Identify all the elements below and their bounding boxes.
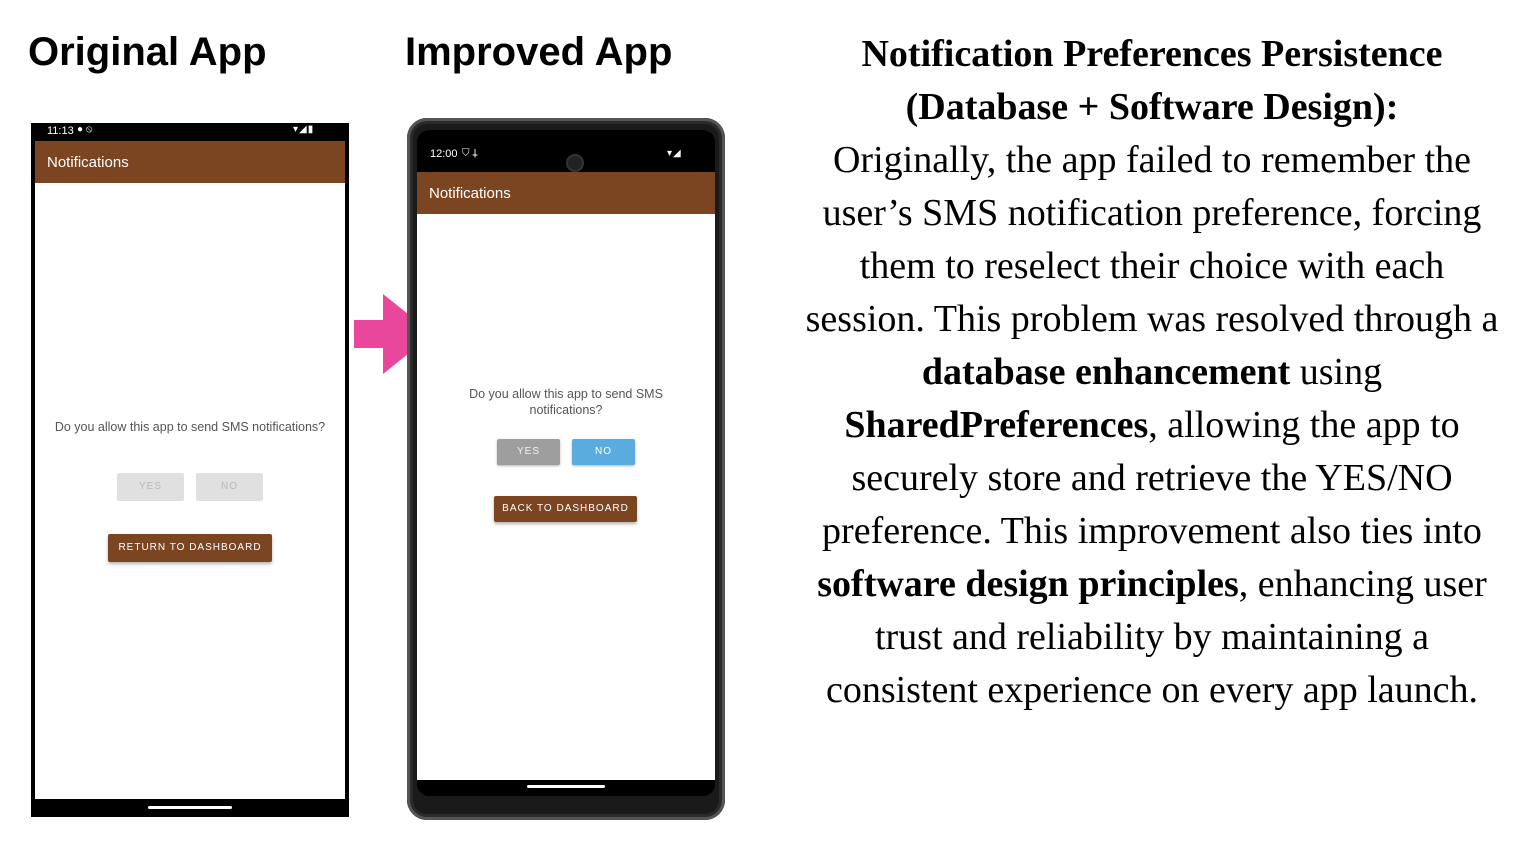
home-handle-icon[interactable] xyxy=(148,806,232,809)
home-handle-icon[interactable] xyxy=(527,785,605,788)
status-time: 11:13 xyxy=(47,125,74,137)
return-to-dashboard-button[interactable]: RETURN TO DASHBOARD xyxy=(108,534,272,562)
description-bold-database: database enhancement xyxy=(921,351,1291,393)
description-bold-sharedprefs: SharedPreferences xyxy=(844,404,1149,446)
description-text-2: using xyxy=(1290,351,1383,393)
sms-permission-question: Do you allow this app to send SMS notifi… xyxy=(54,420,326,434)
navigation-bar xyxy=(417,780,715,796)
back-to-dashboard-button[interactable]: BACK TO DASHBOARD xyxy=(494,496,637,522)
front-camera-icon xyxy=(568,156,582,170)
description-title-line1: Notification Preferences Persistence xyxy=(861,33,1443,75)
improved-app-screenshot: 12:00 ⛉ ⸸ ▾◢ Notifications Do you allow … xyxy=(407,118,725,820)
improved-app-heading: Improved App xyxy=(405,30,673,74)
yes-button[interactable]: YES xyxy=(497,439,560,465)
notification-icons: ● ⦸ xyxy=(77,124,93,135)
yes-button[interactable]: YES xyxy=(117,473,184,501)
status-bar: 12:00 ⛉ ⸸ ▾◢ xyxy=(417,148,715,164)
sms-permission-question: Do you allow this app to send SMS notifi… xyxy=(469,387,663,417)
app-bar: Notifications xyxy=(417,172,715,214)
status-time: 12:00 xyxy=(430,148,458,160)
app-bar: Notifications xyxy=(35,141,345,183)
notification-icons: ⛉ ⸸ xyxy=(462,148,478,159)
description-bold-design: software design principles xyxy=(817,563,1239,605)
navigation-bar xyxy=(31,799,349,817)
app-title: Notifications xyxy=(47,154,129,171)
description-panel: Notification Preferences Persistence (Da… xyxy=(800,28,1504,717)
app-title: Notifications xyxy=(429,185,511,202)
description-title-line2: (Database + Software Design): xyxy=(905,86,1399,128)
original-app-heading: Original App xyxy=(28,30,267,74)
original-app-screenshot: 11:13 ● ⦸ ▾◢▮ Notifications Do you allow… xyxy=(31,123,349,817)
no-button[interactable]: NO xyxy=(196,473,263,501)
wifi-signal-battery-icon: ▾◢▮ xyxy=(293,124,315,135)
description-text-1: Originally, the app failed to remember t… xyxy=(805,139,1499,340)
wifi-signal-icon: ▾◢ xyxy=(667,148,682,159)
app-screen: Notifications Do you allow this app to s… xyxy=(417,172,715,780)
no-button-selected[interactable]: NO xyxy=(572,439,635,465)
app-screen: Notifications Do you allow this app to s… xyxy=(35,141,345,799)
phone-display: 12:00 ⛉ ⸸ ▾◢ Notifications Do you allow … xyxy=(417,130,715,796)
status-bar: 11:13 ● ⦸ ▾◢▮ xyxy=(31,123,349,141)
